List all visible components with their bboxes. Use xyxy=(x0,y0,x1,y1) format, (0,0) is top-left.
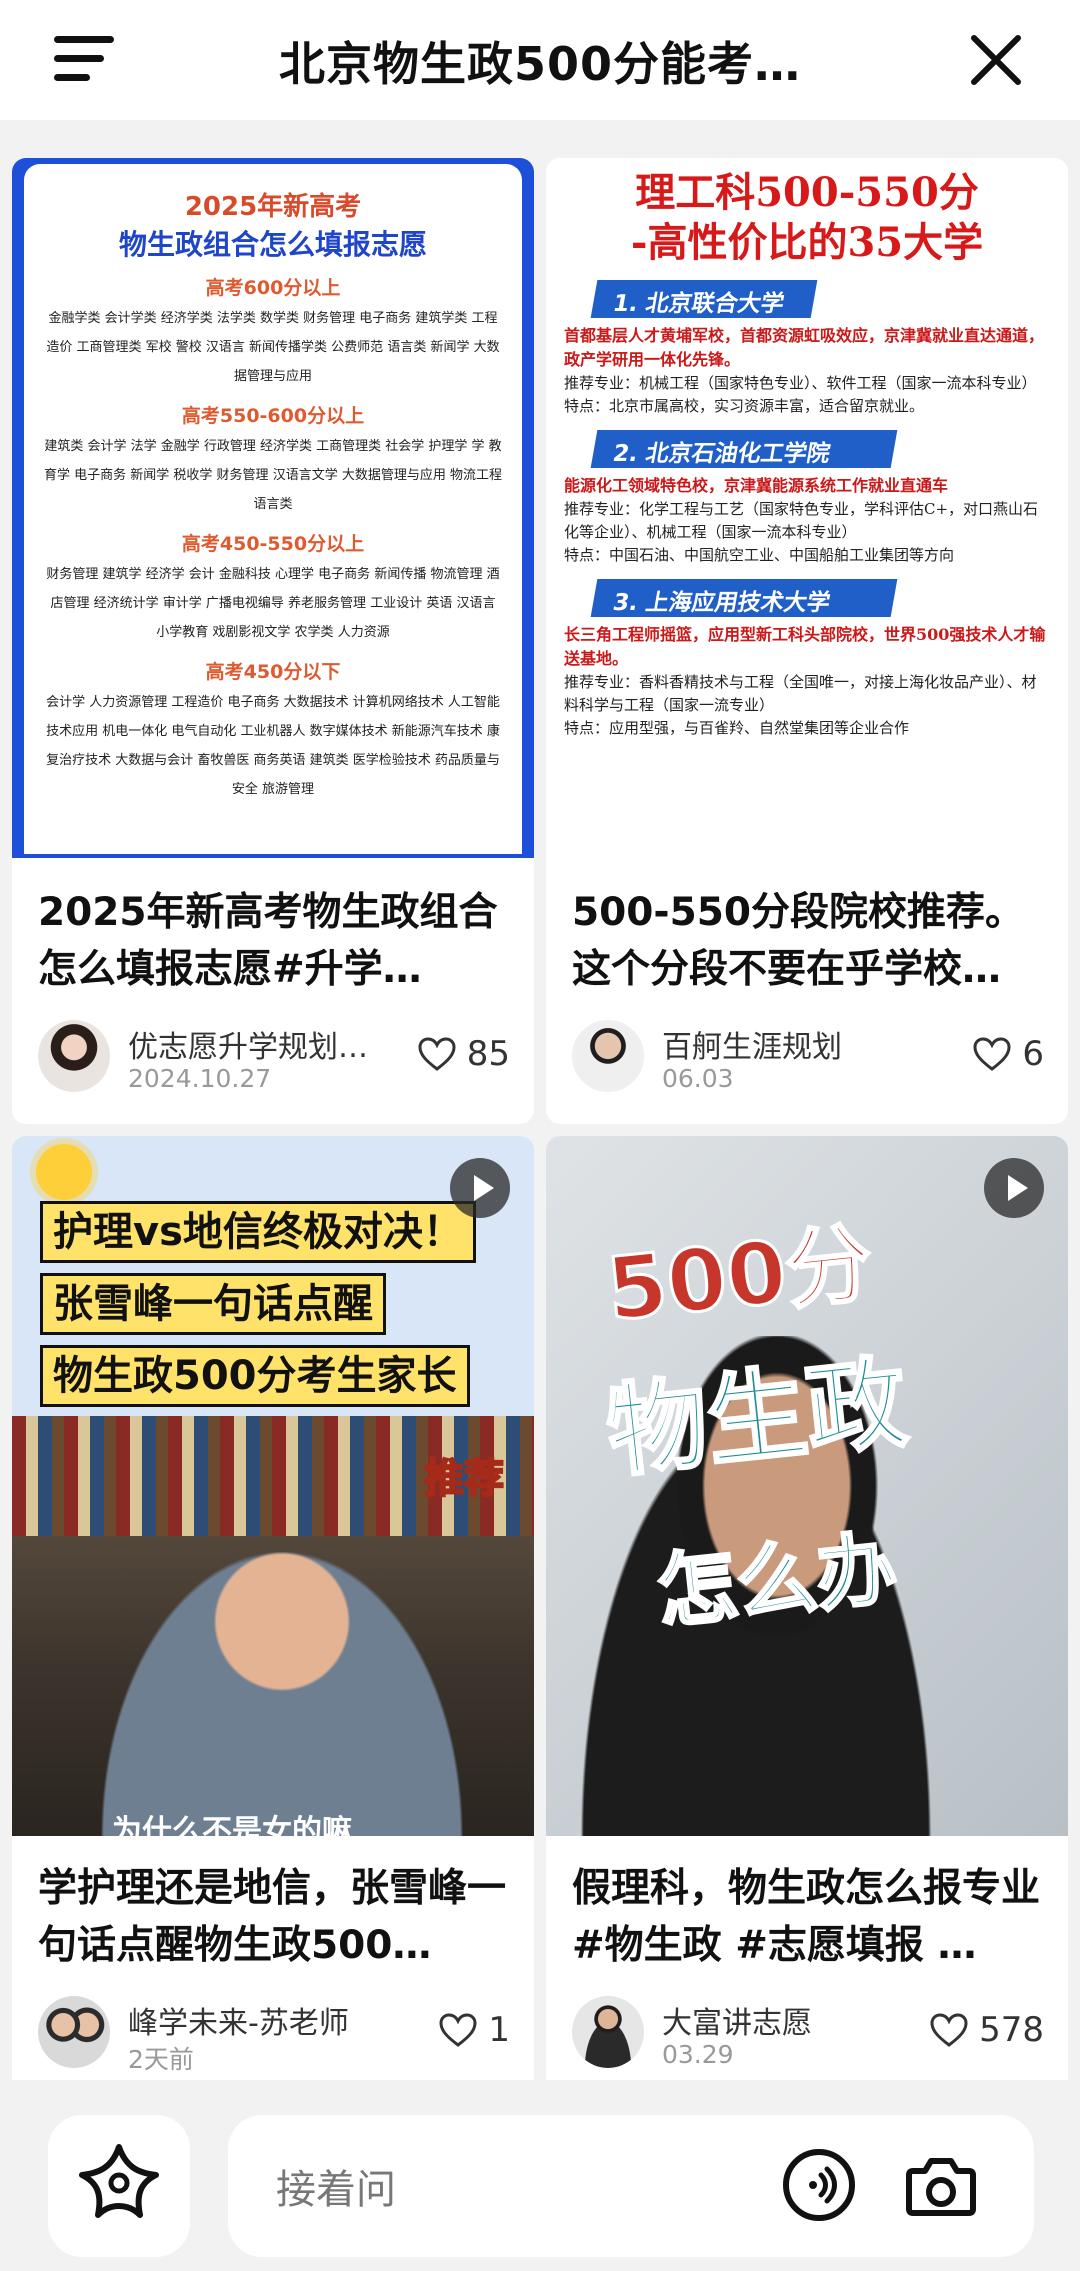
sun-sticker-icon xyxy=(36,1144,92,1200)
poster-uni-feature: 特点：中国石油、中国航空工业、中国船舶工业集团等方向 xyxy=(564,546,955,564)
sparkle-button[interactable] xyxy=(48,2115,190,2257)
author-avatar[interactable] xyxy=(572,1020,644,1092)
author-avatar[interactable] xyxy=(38,1996,110,2068)
poster-uni-highlight: 能源化工领域特色校，京津冀能源系统工作就业直通车 xyxy=(564,476,949,495)
result-card[interactable]: 理工科500-550分 -高性价比的35大学 1. 北京联合大学 首都基层人才黄… xyxy=(546,158,1068,1124)
author-name[interactable]: 优志愿升学规划… xyxy=(128,1022,408,1066)
poster-major-list: 建筑类 会计学 法学 金融学 行政管理 经济学类 工商管理类 社会学 护理学 学… xyxy=(44,439,502,512)
heart-icon xyxy=(439,2013,477,2047)
post-date: 03.29 xyxy=(662,2040,734,2069)
heart-icon xyxy=(973,1037,1011,1071)
card-title[interactable]: 学护理还是地信，张雪峰一句话点醒物生政500… xyxy=(38,1860,508,1974)
poster-uni-feature: 特点：北京市属高校，实习资源丰富，适合留京就业。 xyxy=(564,397,925,415)
like-button[interactable]: 6 xyxy=(972,1034,1044,1074)
result-card[interactable]: 500分 物生政 怎么办 假理科，物生政怎么报专业#物生政 #志愿填报 … 大富… xyxy=(546,1136,1068,2196)
poster-uni-tag: 2. 北京石油化工学院 xyxy=(590,430,898,468)
top-bar: 北京物生政500分能考… xyxy=(0,0,1080,120)
camera-icon[interactable] xyxy=(903,2149,979,2221)
sparkle-icon xyxy=(79,2144,159,2218)
heart-icon xyxy=(418,1037,456,1071)
poster-subheading: -高性价比的35大学 xyxy=(630,219,984,266)
card-cover-video[interactable]: 护理vs地信终极对决！ 张雪峰一句话点醒 物生政500分考生家长 推荐 为什么不… xyxy=(12,1136,534,1836)
poster-section-head: 高考600分以上 xyxy=(205,277,341,299)
card-cover-image[interactable]: 理工科500-550分 -高性价比的35大学 1. 北京联合大学 首都基层人才黄… xyxy=(546,158,1068,858)
overlay-text-score: 500分 xyxy=(601,1212,879,1342)
play-icon[interactable] xyxy=(450,1158,510,1218)
close-icon[interactable] xyxy=(966,30,1026,90)
card-title[interactable]: 假理科，物生政怎么报专业#物生政 #志愿填报 … xyxy=(572,1860,1042,1974)
poster-uni-major: 推荐专业：香料香精技术与工程（全国唯一，对接上海化妆品产业）、材料科学与工程（国… xyxy=(564,673,1037,714)
like-count: 578 xyxy=(979,2010,1044,2050)
overlay-line: 物生政500分考生家长 xyxy=(40,1345,470,1407)
like-count: 1 xyxy=(488,2010,510,2050)
video-subtitle: 为什么不是女的嘛 xyxy=(112,1814,352,1836)
poster-uni-tag: 3. 上海应用技术大学 xyxy=(590,579,898,617)
hamburger-menu-icon[interactable] xyxy=(54,36,114,82)
author-name[interactable]: 峰学未来-苏老师 xyxy=(128,1998,408,2042)
card-cover-image[interactable]: 2025年新高考 物生政组合怎么填报志愿 高考600分以上 金融学类 会计学类 … xyxy=(12,158,534,858)
card-title[interactable]: 500-550分段院校推荐。这个分段不要在乎学校… xyxy=(572,884,1042,998)
video-frame: 推荐 为什么不是女的嘛 xyxy=(12,1416,534,1836)
like-button[interactable]: 1 xyxy=(438,2010,510,2050)
poster-heading: 2025年新高考 xyxy=(184,192,362,222)
poster-uni-feature: 特点：应用型强，与百雀羚、自然堂集团等企业合作 xyxy=(564,719,910,737)
author-name[interactable]: 大富讲志愿 xyxy=(662,1998,942,2042)
poster-section-head: 高考450分以下 xyxy=(205,661,341,683)
overlay-line: 张雪峰一句话点醒 xyxy=(40,1273,386,1335)
result-card[interactable]: 2025年新高考 物生政组合怎么填报志愿 高考600分以上 金融学类 会计学类 … xyxy=(12,158,534,1124)
author-name[interactable]: 百舸生涯规划 xyxy=(662,1022,942,1066)
card-cover-video[interactable]: 500分 物生政 怎么办 xyxy=(546,1136,1068,1836)
author-avatar[interactable] xyxy=(572,1996,644,2068)
page-title: 北京物生政500分能考… xyxy=(278,37,802,91)
like-button[interactable]: 578 xyxy=(929,2010,1044,2050)
bottom-bar: 接着问 xyxy=(0,2080,1080,2271)
ask-input[interactable]: 接着问 xyxy=(228,2115,1034,2257)
poster-section-head: 高考550-600分以上 xyxy=(181,405,365,427)
poster-uni-major: 推荐专业：机械工程（国家特色专业）、软件工程（国家一流本科专业） xyxy=(564,374,1037,392)
result-card[interactable]: 护理vs地信终极对决！ 张雪峰一句话点醒 物生政500分考生家长 推荐 为什么不… xyxy=(12,1136,534,2196)
poster-major-list: 会计学 人力资源管理 工程造价 电子商务 大数据技术 计算机网络技术 人工智能技… xyxy=(46,695,500,797)
heart-icon xyxy=(930,2013,968,2047)
poster-subheading: 物生政组合怎么填报志愿 xyxy=(118,228,427,261)
poster-major-list: 金融学类 会计学类 经济学类 法学类 数学类 财务管理 电子商务 建筑学类 工程… xyxy=(46,311,500,384)
ask-input-placeholder: 接着问 xyxy=(276,2167,396,2213)
poster-sheet: 2025年新高考 物生政组合怎么填报志愿 高考600分以上 金融学类 会计学类 … xyxy=(24,164,522,854)
poster-uni-highlight: 长三角工程师摇篮，应用型新工科头部院校，世界500强技术人才输送基地。 xyxy=(564,625,1046,668)
recommend-tag: 推荐 xyxy=(423,1455,505,1503)
play-icon[interactable] xyxy=(984,1158,1044,1218)
voice-icon[interactable] xyxy=(783,2149,855,2221)
poster-heading: 理工科500-550分 xyxy=(635,169,979,216)
video-overlay-text: 护理vs地信终极对决！ 张雪峰一句话点醒 物生政500分考生家长 xyxy=(40,1201,510,1417)
person-silhouette xyxy=(72,1506,492,1836)
post-date: 2024.10.27 xyxy=(128,1064,272,1093)
like-button[interactable]: 85 xyxy=(417,1034,510,1074)
poster-section-head: 高考450-550分以上 xyxy=(181,533,365,555)
card-title[interactable]: 2025年新高考物生政组合怎么填报志愿#升学… xyxy=(38,884,508,998)
author-avatar[interactable] xyxy=(38,1020,110,1092)
poster-uni-highlight: 首都基层人才黄埔军校，首都资源虹吸效应，京津冀就业直达通道，政产学研用一体化先锋… xyxy=(564,326,1045,369)
overlay-line: 护理vs地信终极对决！ xyxy=(40,1201,476,1263)
poster-major-list: 财务管理 建筑学 经济学 会计 金融科技 心理学 电子商务 新闻传播 物流管理 … xyxy=(46,567,500,640)
like-count: 85 xyxy=(466,1034,510,1074)
post-date: 2天前 xyxy=(128,2045,194,2074)
poster-uni-major: 推荐专业：化学工程与工艺（国家特色专业，学科评估C+，对口燕山石化等企业）、机械… xyxy=(564,500,1039,541)
poster-uni-tag: 1. 北京联合大学 xyxy=(590,280,818,318)
like-count: 6 xyxy=(1022,1034,1044,1074)
post-date: 06.03 xyxy=(662,1064,734,1093)
